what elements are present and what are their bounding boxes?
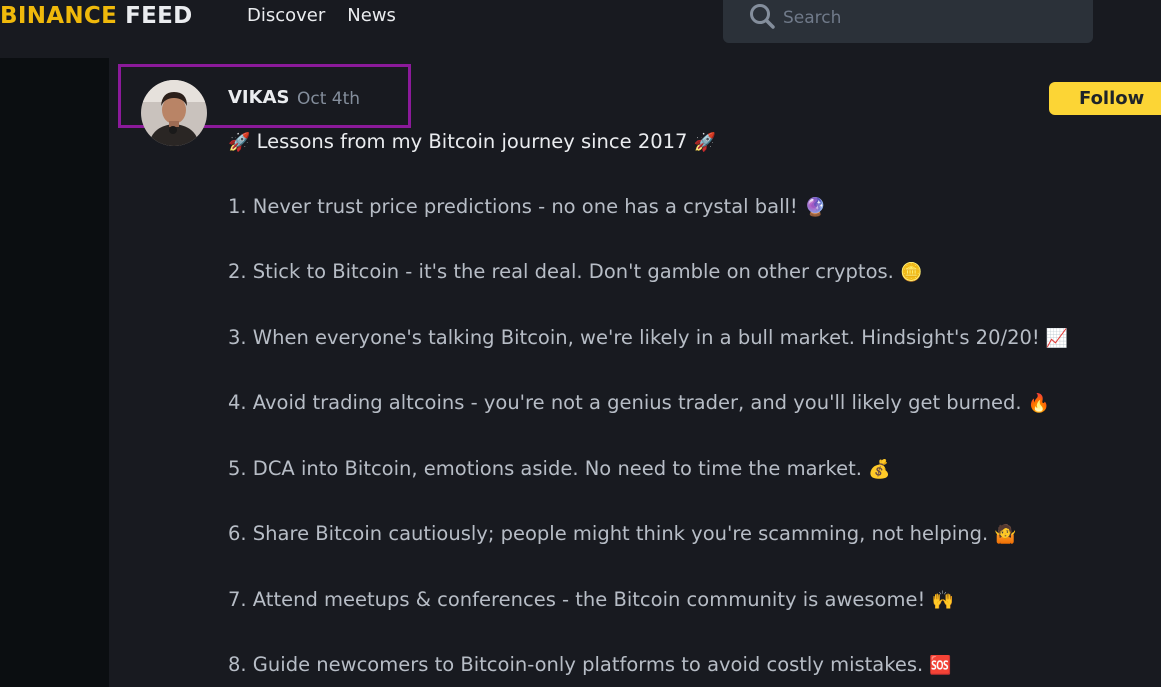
logo-brand: BINANCE [0,3,118,29]
left-sidebar [0,58,109,687]
post-line: 8. Guide newcomers to Bitcoin-only platf… [228,651,952,680]
search-bar[interactable] [723,0,1093,43]
search-input[interactable] [783,6,1073,30]
follow-button[interactable]: Follow [1049,82,1161,115]
nav-news[interactable]: News [347,4,396,28]
binance-feed-logo[interactable]: BINANCE FEED [0,1,193,31]
avatar-image [141,80,207,146]
nav-discover[interactable]: Discover [247,4,325,28]
post-line-text: 7. Attend meetups & conferences - the Bi… [228,588,926,611]
post-line: 3. When everyone's talking Bitcoin, we'r… [228,324,1068,353]
avatar[interactable] [141,80,207,146]
crystal-ball-icon: 🔮 [803,197,827,218]
post-title-text: Lessons from my Bitcoin journey since 20… [256,130,688,153]
coin-icon: 🪙 [900,262,923,283]
post-line-text: 3. When everyone's talking Bitcoin, we'r… [228,326,1040,349]
main-nav: Discover News [247,4,396,28]
fire-icon: 🔥 [1027,393,1051,414]
top-header: BINANCE FEED Discover News [0,0,1161,58]
post-line-text: 8. Guide newcomers to Bitcoin-only platf… [228,653,924,676]
rocket-icon: 🚀 [693,132,717,153]
raising-hands-icon: 🙌 [931,590,954,611]
rocket-icon: 🚀 [228,132,251,153]
post-date: Oct 4th [297,89,361,109]
post-title: 🚀 Lessons from my Bitcoin journey since … [228,128,716,157]
chart-increasing-icon: 📈 [1045,328,1069,349]
money-bag-icon: 💰 [868,459,891,480]
post-line: 7. Attend meetups & conferences - the Bi… [228,586,954,615]
post-line-text: 4. Avoid trading altcoins - you're not a… [228,391,1022,414]
app-root: BINANCEFEED Discover News VIKAS Oct 4t [0,0,1161,687]
shrug-icon: 🤷 [994,524,1017,545]
post-line: 6. Share Bitcoin cautiously; people migh… [228,520,1017,549]
logo-feed: FEED [125,3,193,29]
post-line-text: 6. Share Bitcoin cautiously; people migh… [228,522,989,545]
author-name[interactable]: VIKAS [228,86,289,110]
sos-icon: 🆘 [929,655,952,676]
post-line: 5. DCA into Bitcoin, emotions aside. No … [228,455,891,484]
search-icon [750,4,775,29]
post-line-text: 2. Stick to Bitcoin - it's the real deal… [228,260,894,283]
post-line: 2. Stick to Bitcoin - it's the real deal… [228,258,922,287]
post-line: 4. Avoid trading altcoins - you're not a… [228,389,1050,418]
post-line: 1. Never trust price predictions - no on… [228,193,826,222]
post-line-text: 5. DCA into Bitcoin, emotions aside. No … [228,457,862,480]
post-line-text: 1. Never trust price predictions - no on… [228,195,798,218]
